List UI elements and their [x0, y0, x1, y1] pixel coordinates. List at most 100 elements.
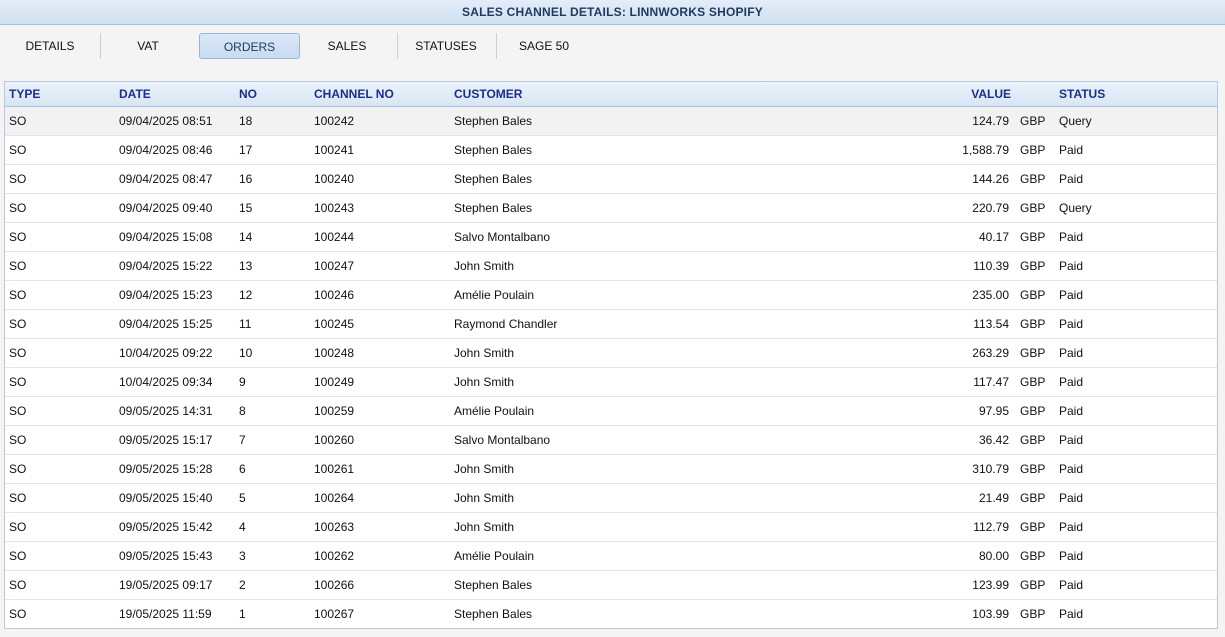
- cell-status: Paid: [1059, 491, 1084, 505]
- cell-channel-no: 100246: [314, 288, 355, 302]
- table-row[interactable]: SO 09/05/2025 15:40 5 100264 John Smith 21.49…: [5, 484, 1217, 513]
- table-row[interactable]: SO 09/05/2025 15:28 6 100261 John Smith 310.7…: [5, 455, 1217, 484]
- table-row[interactable]: SO 09/04/2025 15:22 13 100247 John Smith 110.…: [5, 252, 1217, 281]
- cell-date: 09/05/2025 15:17: [119, 433, 213, 447]
- table-row[interactable]: SO 09/05/2025 15:42 4 100263 John Smith 112.7…: [5, 513, 1217, 542]
- cell-date: 09/05/2025 14:31: [119, 404, 213, 418]
- cell-no: 6: [239, 462, 246, 476]
- cell-type: SO: [9, 143, 27, 157]
- cell-channel-no: 100244: [314, 230, 355, 244]
- column-header-date[interactable]: DATE: [119, 82, 151, 107]
- table-row[interactable]: SO 10/04/2025 09:22 10 100248 John Smith 263.…: [5, 339, 1217, 368]
- table-row[interactable]: SO 09/04/2025 15:25 11 100245 Raymond Chandl…: [5, 310, 1217, 339]
- cell-type: SO: [9, 259, 27, 273]
- cell-channel-no: 100261: [314, 462, 355, 476]
- table-row[interactable]: SO 09/04/2025 09:40 15 100243 Stephen Bales 2…: [5, 194, 1217, 223]
- cell-currency: GBP: [1020, 201, 1046, 215]
- column-header-status[interactable]: STATUS: [1059, 82, 1105, 107]
- cell-value: 110.39: [973, 259, 1009, 273]
- cell-no: 10: [239, 346, 253, 360]
- table-row[interactable]: SO 09/04/2025 08:47 16 100240 Stephen Bales 1…: [5, 165, 1217, 194]
- cell-currency: GBP: [1020, 491, 1046, 505]
- cell-currency: GBP: [1020, 549, 1046, 563]
- cell-channel-no: 100240: [314, 172, 355, 186]
- cell-channel-no: 100260: [314, 433, 355, 447]
- cell-value: 113.54: [973, 317, 1009, 331]
- table-row[interactable]: SO 09/05/2025 15:43 3 100262 Amélie Poulain 8…: [5, 542, 1217, 571]
- cell-type: SO: [9, 491, 27, 505]
- cell-date: 09/04/2025 15:23: [119, 288, 213, 302]
- tab-statuses[interactable]: STATUSES: [403, 33, 489, 59]
- column-header-no[interactable]: NO: [239, 82, 257, 107]
- tab-divider: [496, 33, 497, 59]
- cell-type: SO: [9, 201, 27, 215]
- cell-no: 16: [239, 172, 253, 186]
- cell-value: 36.42: [978, 433, 1009, 447]
- orders-grid: TYPE DATE NO CHANNEL NO CUSTOMER VALUE S…: [4, 81, 1218, 629]
- cell-value: 144.26: [972, 172, 1009, 186]
- table-row[interactable]: SO 09/04/2025 08:46 17 100241 Stephen Bales 1…: [5, 136, 1217, 165]
- cell-currency: GBP: [1020, 259, 1046, 273]
- cell-type: SO: [9, 578, 27, 592]
- cell-customer: John Smith: [454, 462, 515, 476]
- cell-no: 15: [239, 201, 253, 215]
- table-row[interactable]: SO 19/05/2025 09:17 2 100266 Stephen Bales 12…: [5, 571, 1217, 600]
- column-header-type[interactable]: TYPE: [9, 82, 40, 107]
- cell-currency: GBP: [1020, 462, 1046, 476]
- cell-currency: GBP: [1020, 346, 1046, 360]
- cell-type: SO: [9, 317, 27, 331]
- cell-customer: Salvo Montalbano: [454, 433, 551, 447]
- cell-no: 9: [239, 375, 246, 389]
- cell-date: 09/04/2025 15:25: [119, 317, 213, 331]
- table-row[interactable]: SO 10/04/2025 09:34 9 100249 John Smith 117.4…: [5, 368, 1217, 397]
- cell-no: 5: [239, 491, 246, 505]
- cell-no: 4: [239, 520, 246, 534]
- cell-type: SO: [9, 607, 27, 621]
- cell-status: Paid: [1059, 375, 1084, 389]
- cell-currency: GBP: [1020, 375, 1046, 389]
- column-header-customer[interactable]: CUSTOMER: [454, 82, 522, 107]
- cell-value: 103.99: [972, 607, 1009, 621]
- cell-currency: GBP: [1020, 143, 1046, 157]
- tab-vat[interactable]: VAT: [108, 33, 188, 59]
- cell-currency: GBP: [1020, 172, 1046, 186]
- cell-type: SO: [9, 549, 27, 563]
- cell-no: 8: [239, 404, 246, 418]
- cell-value: 97.95: [978, 404, 1009, 418]
- window-title: SALES CHANNEL DETAILS: LINNWORKS SHOPIFY: [0, 0, 1225, 25]
- cell-customer: Raymond Chandler: [454, 317, 558, 331]
- cell-value: 112.79: [973, 520, 1009, 534]
- cell-channel-no: 100243: [314, 201, 355, 215]
- cell-customer: Stephen Bales: [454, 201, 533, 215]
- cell-status: Paid: [1059, 172, 1084, 186]
- tab-details[interactable]: DETAILS: [10, 33, 90, 59]
- table-row[interactable]: SO 09/04/2025 08:51 18 100242 Stephen Bales 1…: [5, 107, 1217, 136]
- table-row[interactable]: SO 09/05/2025 14:31 8 100259 Amélie Poulain 9…: [5, 397, 1217, 426]
- cell-status: Paid: [1059, 607, 1084, 621]
- cell-status: Paid: [1059, 404, 1084, 418]
- column-header-value[interactable]: VALUE: [931, 82, 1011, 107]
- table-row[interactable]: SO 19/05/2025 11:59 1 100267 Stephen Bales 10…: [5, 600, 1217, 628]
- table-row[interactable]: SO 09/04/2025 15:23 12 100246 Amélie Poulain…: [5, 281, 1217, 310]
- tab-sage-50[interactable]: SAGE 50: [504, 33, 584, 59]
- cell-type: SO: [9, 433, 27, 447]
- cell-type: SO: [9, 172, 27, 186]
- cell-value: 220.79: [972, 201, 1009, 215]
- cell-customer: Stephen Bales: [454, 114, 533, 128]
- column-header-channel-no[interactable]: CHANNEL NO: [314, 82, 394, 107]
- cell-customer: John Smith: [454, 520, 515, 534]
- cell-status: Paid: [1059, 230, 1084, 244]
- cell-customer: John Smith: [454, 346, 515, 360]
- tab-sales[interactable]: SALES: [307, 33, 387, 59]
- tab-orders[interactable]: ORDERS: [199, 33, 300, 59]
- cell-value: 117.47: [973, 375, 1009, 389]
- cell-channel-no: 100245: [314, 317, 355, 331]
- cell-date: 10/04/2025 09:34: [119, 375, 213, 389]
- cell-currency: GBP: [1020, 288, 1046, 302]
- table-row[interactable]: SO 09/04/2025 15:08 14 100244 Salvo Montalba…: [5, 223, 1217, 252]
- cell-status: Paid: [1059, 462, 1084, 476]
- cell-date: 09/04/2025 09:40: [119, 201, 213, 215]
- cell-status: Paid: [1059, 346, 1084, 360]
- cell-no: 17: [239, 143, 253, 157]
- table-row[interactable]: SO 09/05/2025 15:17 7 100260 Salvo Montalban…: [5, 426, 1217, 455]
